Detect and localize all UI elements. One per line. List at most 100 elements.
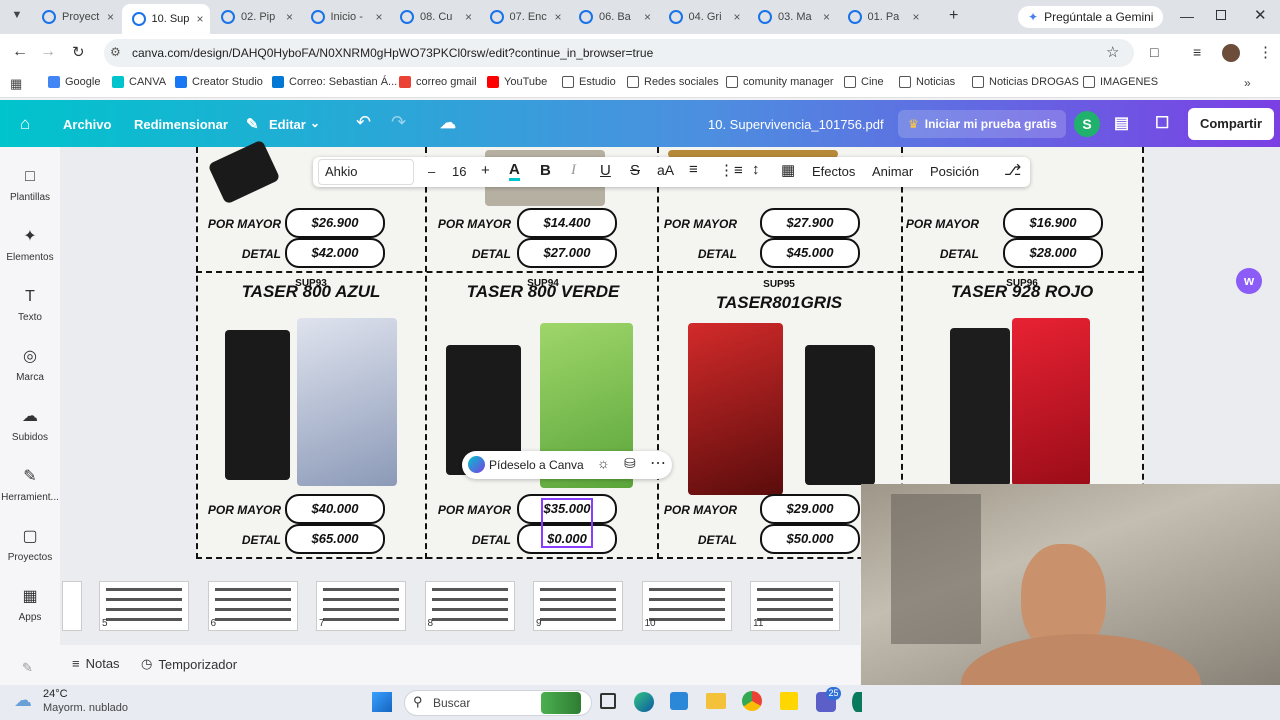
font-size-decrease[interactable]: –: [428, 164, 435, 179]
product-title[interactable]: TASER801GRIS: [669, 293, 889, 313]
bookmark-item[interactable]: Google: [48, 76, 100, 88]
bookmark-item[interactable]: Estudio: [562, 76, 616, 88]
restore-button[interactable]: [1216, 10, 1226, 20]
font-size-increase[interactable]: +: [481, 162, 490, 179]
close-tab-icon[interactable]: ×: [733, 10, 740, 24]
comment-add-icon[interactable]: ☼: [597, 455, 610, 471]
timer-button[interactable]: ◷ Temporizador: [141, 656, 237, 672]
product-image[interactable]: [297, 318, 397, 486]
font-size-input[interactable]: 16: [452, 164, 466, 179]
extensions-icon[interactable]: □: [1150, 44, 1158, 60]
browser-menu-icon[interactable]: ⋮: [1258, 43, 1273, 61]
underline-button[interactable]: U: [600, 162, 611, 179]
sidebar-item-4[interactable]: ◎ Marca: [0, 348, 60, 383]
menu-archivo[interactable]: Archivo: [63, 117, 111, 132]
close-tab-icon[interactable]: ×: [465, 10, 472, 24]
store-icon[interactable]: [670, 692, 688, 710]
page-thumbnail[interactable]: [62, 581, 82, 631]
position-button[interactable]: Posición: [930, 164, 979, 179]
letter-case-button[interactable]: aA: [657, 162, 674, 178]
price-mayor[interactable]: $27.900: [760, 208, 860, 238]
price-mayor[interactable]: $29.000: [760, 494, 860, 524]
tab-4[interactable]: Inicio - ×: [301, 4, 389, 30]
transparency-icon[interactable]: ▦: [781, 161, 795, 179]
tab-search-button[interactable]: ▼: [8, 9, 26, 25]
page-thumbnail[interactable]: 6: [207, 581, 298, 631]
price-mayor[interactable]: $16.900: [1003, 208, 1103, 238]
share-button[interactable]: Compartir: [1188, 108, 1274, 140]
chevron-down-icon[interactable]: ⌄: [310, 116, 320, 130]
new-tab-button[interactable]: +: [949, 7, 958, 25]
sidebar-item-8[interactable]: ▦ Apps: [0, 588, 60, 623]
menu-editar[interactable]: Editar: [269, 117, 306, 132]
close-tab-icon[interactable]: ×: [823, 10, 830, 24]
menu-redimensionar[interactable]: Redimensionar: [134, 117, 228, 132]
price-detal[interactable]: $65.000: [285, 524, 385, 554]
lock-icon[interactable]: ⛁: [624, 455, 636, 472]
explorer-icon[interactable]: [706, 693, 726, 709]
close-tab-icon[interactable]: ×: [554, 10, 561, 24]
price-mayor[interactable]: $14.400: [517, 208, 617, 238]
reload-button[interactable]: ↻: [72, 43, 85, 61]
strikethrough-button[interactable]: S: [630, 162, 640, 179]
document-title[interactable]: 10. Supervivencia_101756.pdf: [708, 117, 884, 132]
product-image[interactable]: [950, 328, 1010, 486]
sidebar-item-7[interactable]: ▢ Proyectos: [0, 528, 60, 563]
sidebar-item-3[interactable]: T Texto: [0, 288, 60, 323]
more-options-icon[interactable]: ⋯: [650, 453, 666, 473]
bookmark-item[interactable]: CANVA: [112, 76, 166, 88]
paint-roller-icon[interactable]: ⎇: [1004, 161, 1021, 179]
notes-button[interactable]: ≡ Notas: [72, 656, 120, 671]
pencil-icon[interactable]: ✎: [246, 115, 259, 133]
bookmark-item[interactable]: Cine: [844, 76, 884, 88]
task-view-icon[interactable]: [600, 693, 616, 709]
animate-button[interactable]: Animar: [872, 164, 913, 179]
tab-5[interactable]: 08. Cu ×: [390, 4, 478, 30]
bookmark-star-icon[interactable]: ☆: [1106, 43, 1119, 61]
close-window-button[interactable]: ✕: [1254, 6, 1267, 24]
page-thumbnail[interactable]: 9: [533, 581, 623, 631]
product-title[interactable]: TASER 800 VERDE: [433, 282, 653, 302]
product-image[interactable]: [688, 323, 783, 495]
undo-icon[interactable]: ↶: [356, 112, 371, 133]
notes-app-icon[interactable]: [780, 692, 798, 710]
cloud-sync-icon[interactable]: ☁: [440, 113, 456, 133]
redo-icon[interactable]: ↷: [391, 112, 406, 133]
price-mayor[interactable]: $26.900: [285, 208, 385, 238]
spacing-icon[interactable]: ↕: [752, 161, 760, 178]
insights-icon[interactable]: ▤: [1114, 113, 1129, 133]
tab-3[interactable]: 02. Pip ×: [211, 4, 299, 30]
bookmark-item[interactable]: correo gmail: [399, 76, 477, 88]
app-icon[interactable]: [852, 692, 862, 712]
forward-button[interactable]: →: [40, 43, 56, 61]
url-text[interactable]: canva.com/design/DAHQ0HyboFA/N0XNRM0gHpW…: [132, 46, 653, 60]
page-thumbnail[interactable]: 10: [641, 581, 732, 631]
tab-2[interactable]: 10. Sup ×: [121, 4, 210, 34]
close-tab-icon[interactable]: ×: [196, 12, 203, 26]
sidebar-item-1[interactable]: □ Plantillas: [0, 168, 60, 203]
weather-icon[interactable]: ☁: [14, 690, 32, 711]
avatar[interactable]: S: [1074, 111, 1100, 137]
page-thumbnail[interactable]: 8: [424, 581, 515, 631]
product-title[interactable]: TASER 800 AZUL: [201, 282, 421, 302]
align-icon[interactable]: ≡: [689, 161, 698, 178]
close-tab-icon[interactable]: ×: [644, 10, 651, 24]
apps-grid-icon[interactable]: ▦: [10, 76, 22, 92]
list-icon[interactable]: ⋮≡: [719, 161, 743, 179]
comments-icon[interactable]: ☐: [1155, 113, 1169, 133]
close-tab-icon[interactable]: ×: [107, 10, 114, 24]
sidebar-more-icon[interactable]: ✎: [22, 660, 33, 676]
price-detal[interactable]: $27.000: [517, 238, 617, 268]
text-color-button[interactable]: A: [509, 161, 520, 181]
bookmark-item[interactable]: Noticias DROGAS: [972, 76, 1079, 88]
search-placeholder[interactable]: Buscar: [433, 696, 470, 710]
profile-avatar[interactable]: [1222, 44, 1240, 62]
bookmark-item[interactable]: comunity manager: [726, 76, 834, 88]
weather-temp[interactable]: 24°C: [43, 688, 68, 700]
bold-button[interactable]: B: [540, 162, 551, 179]
weather-desc[interactable]: Mayorm. nublado: [43, 702, 128, 714]
tab-9[interactable]: 03. Ma ×: [748, 4, 836, 30]
bookmark-item[interactable]: Redes sociales: [627, 76, 719, 88]
chrome-icon[interactable]: [742, 691, 762, 711]
edge-icon[interactable]: [634, 692, 654, 712]
